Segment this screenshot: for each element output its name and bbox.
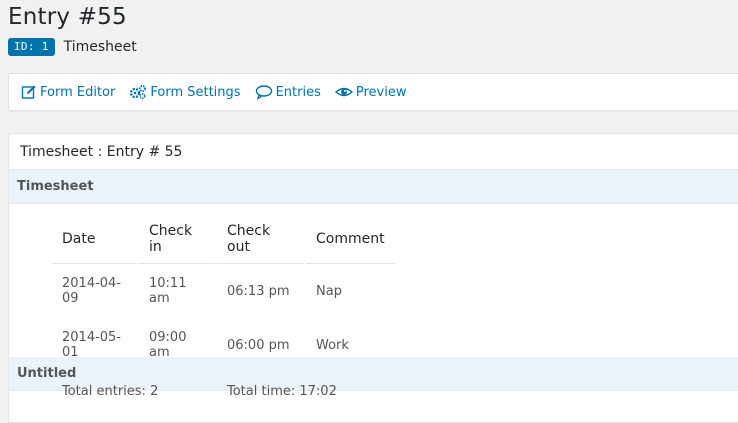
form-name: Timesheet — [63, 39, 137, 55]
entry-heading: Timesheet : Entry # 55 — [9, 134, 738, 170]
column-header-comment: Comment — [306, 216, 395, 264]
form-toolbar: Form Editor Form Settings Entries Previe… — [8, 73, 738, 111]
form-settings-link[interactable]: Form Settings — [129, 84, 241, 100]
page-title: Entry #55 — [8, 4, 127, 30]
cell-comment: Nap — [316, 283, 342, 299]
column-header-date: Date — [52, 216, 137, 264]
entry-panel: Timesheet : Entry # 55 Timesheet Date Ch… — [8, 133, 738, 423]
entries-link[interactable]: Entries — [255, 84, 321, 100]
preview-link[interactable]: Preview — [334, 84, 407, 100]
table-row: 2014-04-09 10:11 am 06:13 pm Nap — [52, 264, 395, 319]
eye-icon — [334, 87, 353, 97]
speech-bubble-icon — [255, 85, 272, 100]
form-settings-label: Form Settings — [150, 84, 241, 100]
column-header-check-out: Check out — [217, 216, 304, 264]
cell-check-in: 10:11 am — [149, 276, 187, 306]
form-id-badge: ID: 1 — [8, 38, 55, 56]
form-editor-label: Form Editor — [40, 84, 116, 100]
gears-icon — [130, 85, 147, 100]
column-header-check-in: Check in — [139, 216, 215, 264]
form-editor-link[interactable]: Form Editor — [21, 84, 115, 100]
form-meta: ID: 1 Timesheet — [8, 38, 137, 56]
cell-check-out: 06:13 pm — [227, 283, 290, 299]
cell-date: 2014-04-09 — [62, 276, 122, 306]
timesheet-section: Date Check in Check out Comment 2014-04-… — [9, 204, 738, 399]
entries-label: Entries — [275, 84, 321, 100]
section-header-timesheet: Timesheet — [9, 170, 738, 204]
edit-icon — [21, 85, 36, 99]
preview-label: Preview — [355, 84, 407, 100]
